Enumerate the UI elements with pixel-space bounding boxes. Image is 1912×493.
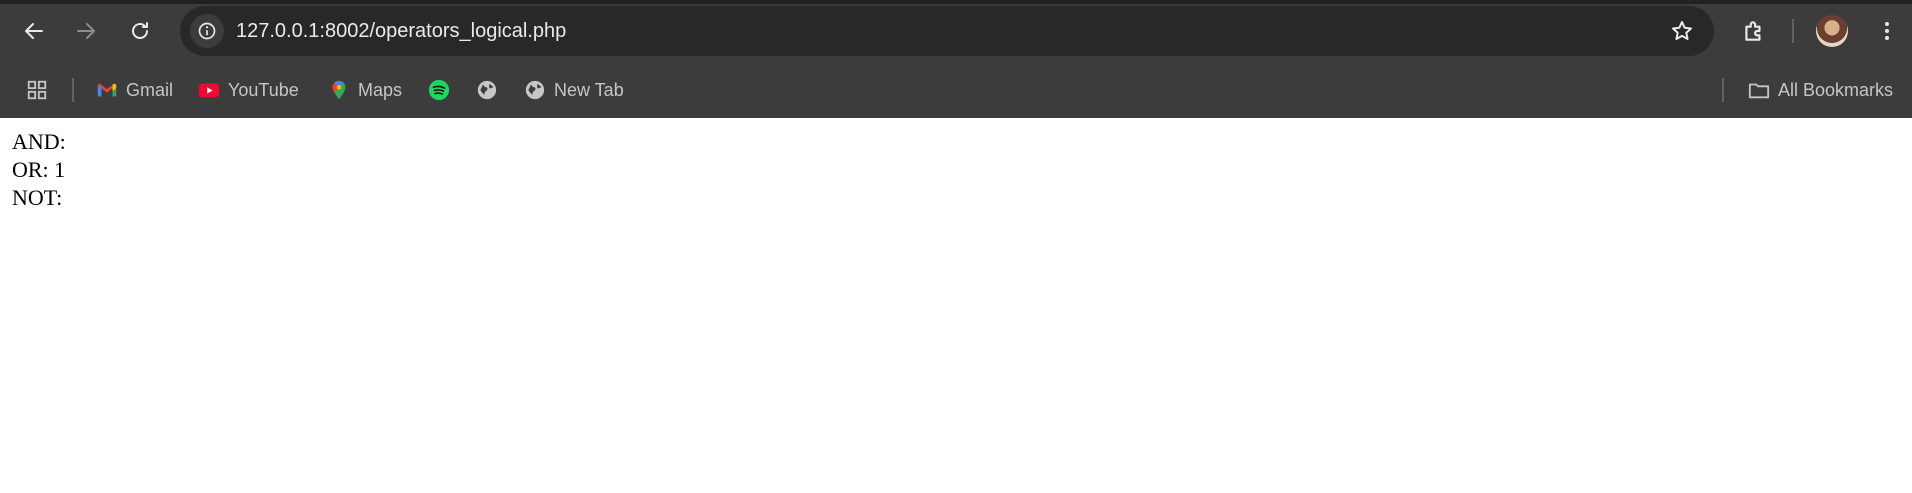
- bookmark-label: Gmail: [126, 79, 174, 100]
- menu-button[interactable]: [1868, 12, 1906, 50]
- globe-icon: [524, 79, 546, 101]
- or-result: OR: 1: [12, 157, 66, 182]
- bookmark-maps[interactable]: Maps: [328, 76, 402, 104]
- tab-strip-edge: [0, 0, 1912, 4]
- globe-icon: [476, 79, 498, 101]
- bookmark-label: YouTube: [228, 79, 299, 100]
- folder-icon: [1748, 79, 1770, 101]
- url-text[interactable]: 127.0.0.1:8002/operators_logical.php: [236, 19, 566, 43]
- bookmarks-bar: Gmail YouTube Maps New Tab All Bookmarks: [0, 62, 1912, 118]
- bookmarks-divider-right: [1722, 78, 1724, 102]
- reload-button[interactable]: [120, 12, 160, 50]
- youtube-icon: [198, 79, 220, 101]
- not-result: NOT:: [12, 185, 63, 210]
- apps-button[interactable]: [26, 76, 48, 104]
- back-arrow-icon: [25, 23, 43, 39]
- bookmark-globe[interactable]: [476, 76, 498, 104]
- bookmark-label: New Tab: [554, 79, 624, 100]
- all-bookmarks-button[interactable]: All Bookmarks: [1748, 76, 1893, 104]
- bookmark-spotify[interactable]: [428, 76, 450, 104]
- and-result: AND:: [12, 129, 66, 154]
- spotify-icon: [428, 79, 450, 101]
- bookmark-new-tab[interactable]: New Tab: [524, 76, 624, 104]
- all-bookmarks-label: All Bookmarks: [1778, 79, 1894, 100]
- page-content: AND: OR: 1 NOT:: [12, 128, 66, 212]
- star-icon: [1672, 21, 1692, 40]
- address-bar[interactable]: 127.0.0.1:8002/operators_logical.php: [180, 6, 1714, 56]
- forward-button[interactable]: [66, 12, 106, 50]
- puzzle-icon: [1745, 21, 1761, 41]
- bookmark-star-button[interactable]: [1668, 17, 1696, 45]
- bookmarks-divider: [72, 78, 74, 102]
- site-info-button[interactable]: [190, 14, 224, 48]
- toolbar-divider: [1792, 19, 1794, 43]
- reload-icon: [132, 22, 148, 39]
- browser-toolbar: 127.0.0.1:8002/operators_logical.php: [0, 0, 1912, 62]
- back-button[interactable]: [14, 12, 54, 50]
- extensions-button[interactable]: [1735, 12, 1773, 50]
- forward-arrow-icon: [77, 23, 95, 39]
- bookmark-gmail[interactable]: Gmail: [96, 76, 173, 104]
- info-icon: [198, 22, 216, 40]
- profile-avatar[interactable]: [1816, 15, 1848, 47]
- bookmark-label: Maps: [358, 79, 403, 100]
- bookmark-youtube[interactable]: YouTube: [198, 76, 299, 104]
- apps-grid-icon: [26, 79, 48, 101]
- gmail-icon: [96, 79, 118, 101]
- maps-icon: [328, 79, 350, 101]
- more-vert-icon: [1885, 22, 1889, 40]
